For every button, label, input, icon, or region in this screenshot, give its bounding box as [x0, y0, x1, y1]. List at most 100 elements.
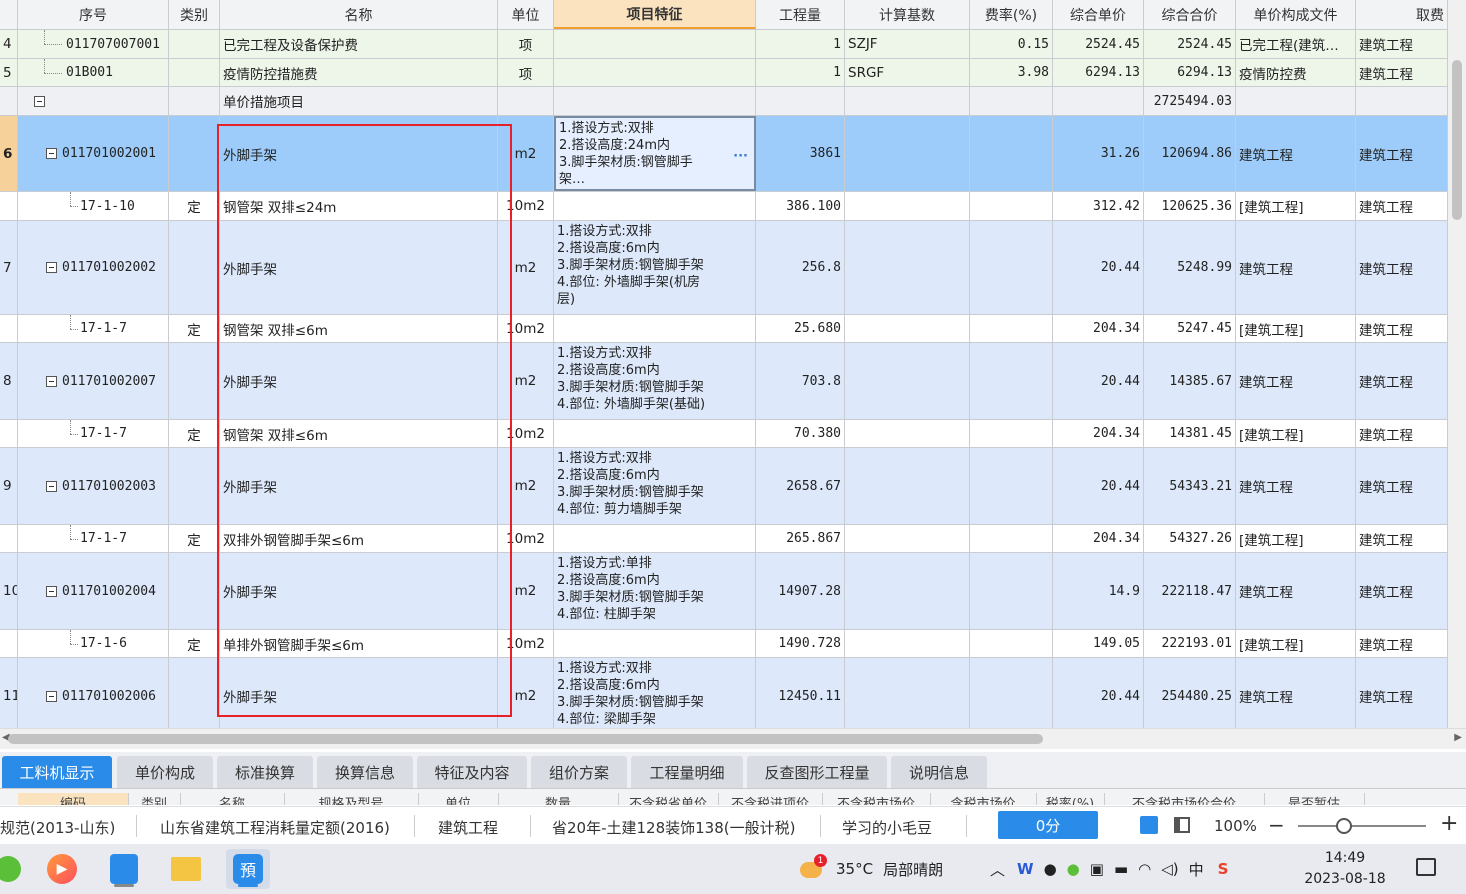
cell-qty[interactable]: 25.680: [756, 315, 845, 342]
cell-uprice[interactable]: 204.34: [1053, 420, 1144, 447]
cell-uprice[interactable]: 204.34: [1053, 525, 1144, 552]
cell-feature[interactable]: 1.搭设方式:双排 2.搭设高度:6m内 3.脚手架材质:钢管脚手架 4.部位:…: [554, 658, 756, 728]
cell-rate[interactable]: [970, 658, 1053, 728]
cell-fee[interactable]: 建筑工程: [1356, 343, 1448, 419]
cell-qty[interactable]: 386.100: [756, 192, 845, 220]
cell-total[interactable]: 54327.26: [1144, 525, 1236, 552]
ime-indicator[interactable]: 中: [1189, 859, 1204, 880]
cell-base[interactable]: SZJF: [845, 30, 970, 58]
cell-total[interactable]: 120625.36: [1144, 192, 1236, 220]
cell-idx[interactable]: 6: [0, 116, 18, 191]
cell-idx[interactable]: 11: [0, 658, 18, 728]
cell-fee[interactable]: 建筑工程: [1356, 192, 1448, 220]
collapse-toggle-icon[interactable]: [46, 585, 57, 597]
cell-seq[interactable]: 17-1-6: [18, 630, 169, 657]
notification-icon[interactable]: [1416, 858, 1436, 876]
cell-seq[interactable]: 17-1-7: [18, 525, 169, 552]
resource-column-header[interactable]: 不含税省单价: [618, 793, 719, 805]
cell-uprice[interactable]: 312.42: [1053, 192, 1144, 220]
cell-file[interactable]: [建筑工程]: [1236, 315, 1356, 342]
cell-uprice[interactable]: 20.44: [1053, 343, 1144, 419]
cell-feature[interactable]: [554, 315, 756, 342]
column-header-idx[interactable]: [0, 0, 18, 29]
cell-type[interactable]: [169, 553, 220, 629]
zoom-in-icon[interactable]: +: [1440, 811, 1458, 836]
cell-seq[interactable]: 011701002007: [18, 343, 169, 419]
cell-qty[interactable]: 2658.67: [756, 448, 845, 524]
cell-type[interactable]: 定: [169, 630, 220, 657]
cell-type[interactable]: [169, 116, 220, 191]
cell-file[interactable]: 建筑工程: [1236, 553, 1356, 629]
zoom-out-icon[interactable]: −: [1268, 813, 1285, 837]
resource-column-header[interactable]: 不含税市场价: [822, 793, 931, 805]
cell-idx[interactable]: [0, 315, 18, 342]
cell-idx[interactable]: [0, 525, 18, 552]
column-header-file[interactable]: 单价构成文件: [1236, 0, 1356, 29]
column-header-seq[interactable]: 序号: [18, 0, 169, 29]
cell-rate[interactable]: [970, 315, 1053, 342]
collapse-toggle-icon[interactable]: [34, 95, 45, 107]
cell-total[interactable]: 120694.86: [1144, 116, 1236, 191]
cell-total[interactable]: 14385.67: [1144, 343, 1236, 419]
cell-uprice[interactable]: 6294.13: [1053, 59, 1144, 86]
show-hidden-icons-icon[interactable]: ︿: [990, 859, 1005, 880]
cell-fee[interactable]: 建筑工程: [1356, 116, 1448, 191]
cell-total[interactable]: 14381.45: [1144, 420, 1236, 447]
cell-type[interactable]: [169, 30, 220, 58]
cell-qty[interactable]: 265.867: [756, 525, 845, 552]
collapse-toggle-icon[interactable]: [46, 148, 57, 159]
cell-qty[interactable]: [756, 87, 845, 115]
cell-seq[interactable]: 011701002003: [18, 448, 169, 524]
cell-total[interactable]: 222193.01: [1144, 630, 1236, 657]
cell-fee[interactable]: 建筑工程: [1356, 525, 1448, 552]
vertical-scrollbar[interactable]: [1448, 0, 1466, 728]
cell-file[interactable]: 建筑工程: [1236, 448, 1356, 524]
cell-qty[interactable]: 12450.11: [756, 658, 845, 728]
cell-type[interactable]: [169, 343, 220, 419]
column-header-rate[interactable]: 费率(%): [970, 0, 1053, 29]
cell-uprice[interactable]: [1053, 87, 1144, 115]
tab-1[interactable]: 工料机显示: [2, 756, 112, 788]
cell-uprice[interactable]: 204.34: [1053, 315, 1144, 342]
cell-seq[interactable]: 011701002006: [18, 658, 169, 728]
column-header-qty[interactable]: 工程量: [756, 0, 845, 29]
qq-icon[interactable]: ●: [1044, 860, 1057, 878]
cell-type[interactable]: [169, 448, 220, 524]
resource-column-header[interactable]: 名称: [180, 793, 285, 805]
collapse-toggle-icon[interactable]: [46, 690, 57, 702]
cell-unit[interactable]: [498, 87, 554, 115]
edit-feature-icon[interactable]: ···: [733, 148, 748, 165]
cell-seq[interactable]: 011707007001: [18, 30, 169, 58]
cell-rate[interactable]: 0.15: [970, 30, 1053, 58]
cell-type[interactable]: 定: [169, 315, 220, 342]
cell-qty[interactable]: 1490.728: [756, 630, 845, 657]
tab-3[interactable]: 标准换算: [217, 756, 313, 788]
resource-column-header[interactable]: 类别: [128, 793, 181, 805]
wifi-icon[interactable]: ◠: [1138, 860, 1151, 878]
cell-rate[interactable]: [970, 87, 1053, 115]
tab-8[interactable]: 反查图形工程量: [747, 756, 887, 788]
cell-seq[interactable]: 01B001: [18, 59, 169, 86]
cell-feature[interactable]: 1.搭设方式:双排 2.搭设高度:24m内 3.脚手架材质:钢管脚手 架… ···: [554, 116, 756, 191]
cell-rate[interactable]: [970, 553, 1053, 629]
cell-type[interactable]: [169, 221, 220, 314]
resource-column-header[interactable]: 编码: [18, 793, 129, 805]
cell-base[interactable]: [845, 116, 970, 191]
cell-total[interactable]: 2524.45: [1144, 30, 1236, 58]
zoom-slider-knob[interactable]: [1336, 818, 1352, 834]
cell-type[interactable]: [169, 59, 220, 86]
cell-total[interactable]: 6294.13: [1144, 59, 1236, 86]
collapse-toggle-icon[interactable]: [46, 375, 57, 387]
cell-fee[interactable]: 建筑工程: [1356, 553, 1448, 629]
wechat-tray-icon[interactable]: ●: [1067, 860, 1080, 878]
split-view-icon[interactable]: [1174, 817, 1190, 833]
cell-base[interactable]: SRGF: [845, 59, 970, 86]
wechat-app-icon[interactable]: [0, 849, 30, 889]
sogou-icon[interactable]: S: [1218, 860, 1229, 878]
cell-uprice[interactable]: 20.44: [1053, 658, 1144, 728]
tab-7[interactable]: 工程量明细: [631, 756, 743, 788]
cell-file[interactable]: 建筑工程: [1236, 343, 1356, 419]
cell-uprice[interactable]: 20.44: [1053, 221, 1144, 314]
cell-rate[interactable]: [970, 420, 1053, 447]
cell-idx[interactable]: 7: [0, 221, 18, 314]
